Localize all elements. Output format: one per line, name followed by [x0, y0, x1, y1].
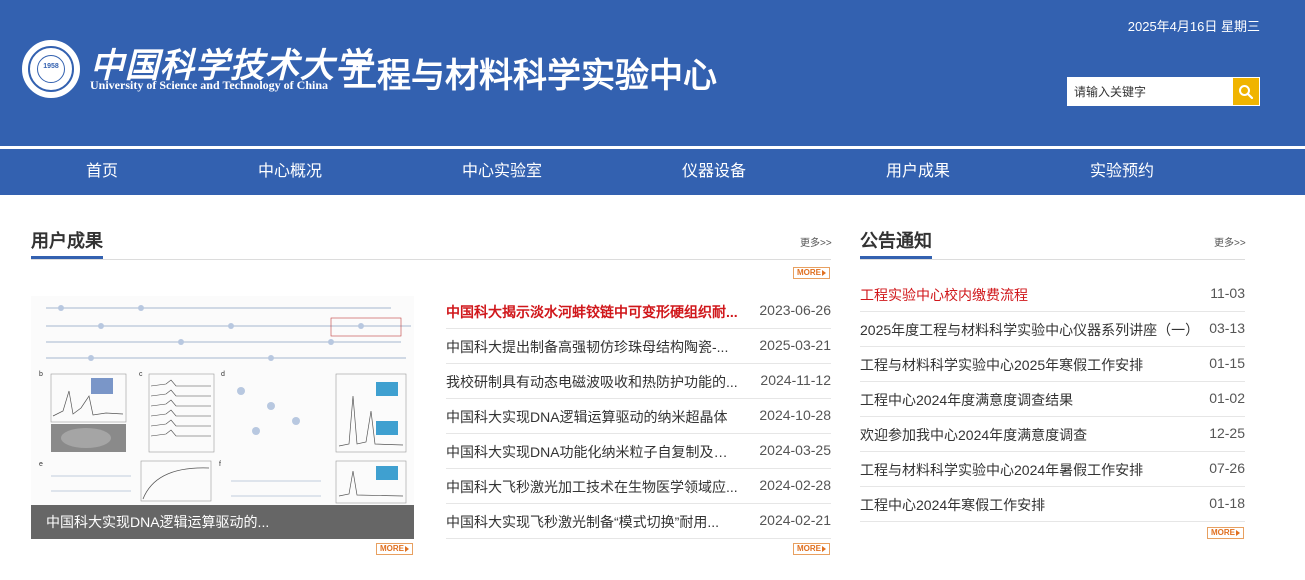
achievements-more-badge-top[interactable]: MORE: [793, 267, 830, 279]
more-badge-label: MORE: [797, 544, 821, 553]
notices-title: 公告通知: [860, 231, 932, 251]
achievement-item-date: 2024-11-12: [760, 372, 831, 388]
achievements-more-badge-bottom[interactable]: MORE: [793, 543, 830, 555]
ustc-seal-logo[interactable]: 1958: [22, 40, 80, 98]
university-name-en[interactable]: University of Science and Technology of …: [90, 78, 328, 93]
notice-item-title[interactable]: 2025年度工程与材料科学实验中心仪器系列讲座（一）: [860, 320, 1200, 340]
more-arrow-icon: [822, 546, 826, 552]
achievement-item-title[interactable]: 中国科大提出制备高强韧仿珍珠母结构陶瓷-...: [446, 337, 738, 357]
achievement-item[interactable]: 中国科大揭示淡水河蚌铰链中可变形硬组织耐... 2023-06-26: [446, 294, 831, 329]
notices-more-badge[interactable]: MORE: [1207, 527, 1244, 539]
nav-item-overview[interactable]: 中心概况: [258, 149, 322, 195]
svg-text:f: f: [219, 461, 221, 468]
svg-text:e: e: [39, 461, 43, 468]
notice-item-date: 07-26: [1209, 460, 1245, 476]
achievement-item[interactable]: 我校研制具有动态电磁波吸收和热防护功能的... 2024-11-12: [446, 364, 831, 399]
achievement-item-date: 2024-02-21: [759, 512, 831, 528]
notices-divider: [860, 259, 1245, 260]
nav-item-labs[interactable]: 中心实验室: [462, 149, 542, 195]
svg-text:c: c: [139, 371, 143, 378]
notice-item-date: 01-15: [1209, 355, 1245, 371]
notice-item-title[interactable]: 工程中心2024年度满意度调查结果: [860, 390, 1200, 410]
notice-item-title[interactable]: 欢迎参加我中心2024年度满意度调查: [860, 425, 1200, 445]
svg-text:b: b: [39, 371, 43, 378]
site-header: 1958 中国科学技术大学 University of Science and …: [0, 0, 1305, 146]
achievements-title: 用户成果: [31, 231, 103, 251]
notice-item[interactable]: 工程实验中心校内缴费流程 11-03: [860, 277, 1245, 312]
featured-figure[interactable]: b c d e f 中国科大实现DNA逻辑运算驱动的...: [31, 296, 414, 539]
more-badge-label: MORE: [797, 268, 821, 277]
achievements-more-link[interactable]: 更多>>: [800, 234, 832, 249]
site-title[interactable]: 工程与材料科学实验中心: [343, 48, 717, 97]
achievement-item-title[interactable]: 中国科大实现DNA逻辑运算驱动的纳米超晶体: [446, 407, 738, 427]
more-arrow-icon: [822, 270, 826, 276]
search-input[interactable]: [1068, 78, 1233, 105]
notice-item-title[interactable]: 工程实验中心校内缴费流程: [860, 285, 1200, 305]
figure-scientific-diagram: b c d e f: [39, 305, 411, 504]
notice-item-date: 11-03: [1210, 285, 1245, 301]
achievement-item[interactable]: 中国科大实现飞秒激光制备“模式切换”耐用... 2024-02-21: [446, 504, 831, 539]
achievement-item-date: 2024-03-25: [759, 442, 831, 458]
notice-item[interactable]: 工程与材料科学实验中心2024年暑假工作安排 07-26: [860, 452, 1245, 487]
achievements-divider: [31, 259, 831, 260]
notice-item-date: 01-18: [1209, 495, 1245, 511]
achievement-item-title[interactable]: 中国科大飞秒激光加工技术在生物医学领域应...: [446, 477, 738, 497]
achievement-item[interactable]: 中国科大提出制备高强韧仿珍珠母结构陶瓷-... 2025-03-21: [446, 329, 831, 364]
notice-item[interactable]: 工程中心2024年寒假工作安排 01-18: [860, 487, 1245, 522]
notice-item-title[interactable]: 工程与材料科学实验中心2024年暑假工作安排: [860, 460, 1200, 480]
current-date: 2025年4月16日 星期三: [1127, 19, 1260, 34]
achievement-item-date: 2024-02-28: [759, 477, 831, 493]
seal-year: 1958: [43, 63, 59, 70]
search-icon: [1239, 84, 1254, 99]
search-button[interactable]: [1233, 78, 1259, 105]
achievement-item[interactable]: 中国科大飞秒激光加工技术在生物医学领域应... 2024-02-28: [446, 469, 831, 504]
notice-item-title[interactable]: 工程中心2024年寒假工作安排: [860, 495, 1200, 515]
more-badge-label: MORE: [1211, 528, 1235, 537]
notice-item-title[interactable]: 工程与材料科学实验中心2025年寒假工作安排: [860, 355, 1200, 375]
notice-item-date: 12-25: [1209, 425, 1245, 441]
notices-more-link[interactable]: 更多>>: [1214, 234, 1246, 249]
achievement-item[interactable]: 中国科大实现DNA逻辑运算驱动的纳米超晶体 2024-10-28: [446, 399, 831, 434]
search-box: [1067, 77, 1260, 106]
nav-item-booking[interactable]: 实验预约: [1090, 149, 1154, 195]
nav-item-instruments[interactable]: 仪器设备: [682, 149, 746, 195]
notice-item-date: 01-02: [1209, 390, 1245, 406]
notice-item-date: 03-13: [1209, 320, 1245, 336]
achievement-item-date: 2024-10-28: [759, 407, 831, 423]
achievement-item[interactable]: 中国科大实现DNA功能化纳米粒子自复制及可... 2024-03-25: [446, 434, 831, 469]
more-arrow-icon: [405, 546, 409, 552]
achievements-more-badge-figure[interactable]: MORE: [376, 543, 413, 555]
notice-item[interactable]: 工程与材料科学实验中心2025年寒假工作安排 01-15: [860, 347, 1245, 382]
more-badge-label: MORE: [380, 544, 404, 553]
achievement-item-date: 2025-03-21: [759, 337, 831, 353]
main-nav: 首页 中心概况 中心实验室 仪器设备 用户成果 实验预约: [0, 149, 1305, 195]
notice-item[interactable]: 工程中心2024年度满意度调查结果 01-02: [860, 382, 1245, 417]
featured-figure-caption[interactable]: 中国科大实现DNA逻辑运算驱动的...: [31, 505, 414, 539]
achievement-item-title[interactable]: 中国科大实现DNA功能化纳米粒子自复制及可...: [446, 442, 738, 462]
more-arrow-icon: [1236, 530, 1240, 536]
notice-item[interactable]: 欢迎参加我中心2024年度满意度调查 12-25: [860, 417, 1245, 452]
achievement-item-date: 2023-06-26: [759, 302, 831, 318]
achievement-item-title[interactable]: 中国科大揭示淡水河蚌铰链中可变形硬组织耐...: [446, 302, 738, 322]
svg-text:d: d: [221, 371, 225, 378]
achievement-item-title[interactable]: 中国科大实现飞秒激光制备“模式切换”耐用...: [446, 512, 738, 532]
achievement-item-title[interactable]: 我校研制具有动态电磁波吸收和热防护功能的...: [446, 372, 738, 392]
nav-item-achievements[interactable]: 用户成果: [886, 149, 950, 195]
notice-item[interactable]: 2025年度工程与材料科学实验中心仪器系列讲座（一） 03-13: [860, 312, 1245, 347]
nav-item-home[interactable]: 首页: [86, 149, 118, 195]
